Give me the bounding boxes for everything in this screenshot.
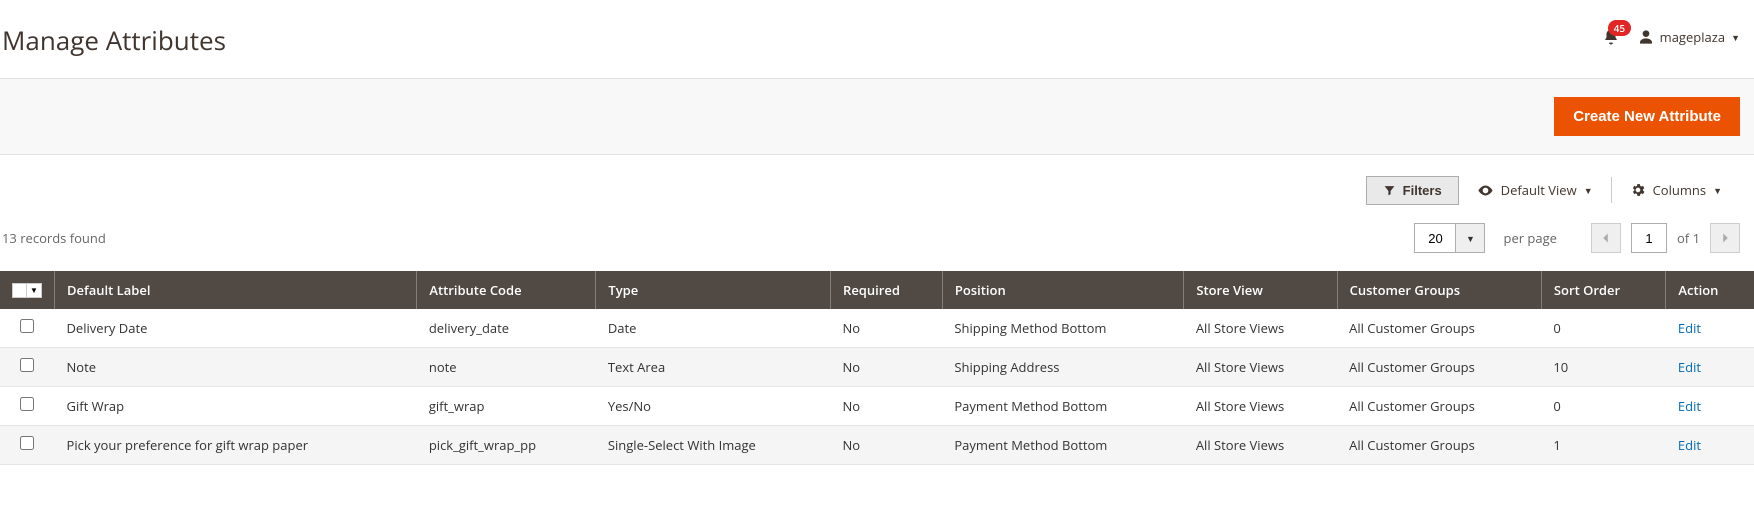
pager-controls: ▼ per page of 1 [1414, 223, 1740, 253]
user-icon [1638, 29, 1654, 45]
col-default-label[interactable]: Default Label [55, 271, 417, 309]
create-new-attribute-button[interactable]: Create New Attribute [1554, 97, 1740, 136]
edit-link[interactable]: Edit [1678, 319, 1701, 337]
edit-link[interactable]: Edit [1678, 358, 1701, 376]
cell-attribute-code: delivery_date [417, 309, 596, 348]
cell-store-view: All Store Views [1184, 309, 1337, 348]
chevron-left-icon [1601, 232, 1610, 244]
select-all-dropdown[interactable]: ▼ [26, 283, 42, 298]
default-view-button[interactable]: Default View ▼ [1459, 175, 1611, 205]
next-page-button[interactable] [1710, 223, 1740, 253]
caret-down-icon: ▼ [1584, 184, 1593, 197]
table-row[interactable]: Pick your preference for gift wrap paper… [0, 426, 1754, 465]
header-right: 45 mageplaza ▼ [1602, 22, 1740, 46]
col-customer-groups[interactable]: Customer Groups [1337, 271, 1541, 309]
page-header: Manage Attributes 45 mageplaza ▼ [0, 0, 1754, 78]
filters-label: Filters [1403, 183, 1442, 198]
caret-down-icon: ▼ [1466, 232, 1475, 245]
per-page-label: per page [1503, 229, 1556, 247]
table-row[interactable]: Gift Wrapgift_wrapYes/NoNoPayment Method… [0, 387, 1754, 426]
col-position[interactable]: Position [942, 271, 1183, 309]
cell-required: No [831, 387, 943, 426]
cell-position: Shipping Address [942, 348, 1183, 387]
cell-position: Payment Method Bottom [942, 387, 1183, 426]
cell-sort-order: 10 [1541, 348, 1666, 387]
cell-type: Yes/No [596, 387, 831, 426]
page-number-input[interactable] [1631, 223, 1667, 253]
cell-position: Payment Method Bottom [942, 426, 1183, 465]
cell-sort-order: 0 [1541, 309, 1666, 348]
col-action: Action [1666, 271, 1754, 309]
user-menu[interactable]: mageplaza ▼ [1638, 28, 1740, 46]
cell-required: No [831, 426, 943, 465]
columns-button[interactable]: Columns ▼ [1612, 175, 1740, 205]
cell-customer-groups: All Customer Groups [1337, 348, 1541, 387]
actions-strip: Create New Attribute [0, 78, 1754, 155]
select-all-header[interactable]: ▼ [0, 271, 55, 309]
cell-customer-groups: All Customer Groups [1337, 426, 1541, 465]
cell-customer-groups: All Customer Groups [1337, 387, 1541, 426]
cell-store-view: All Store Views [1184, 426, 1337, 465]
select-all-checkbox[interactable] [12, 283, 27, 298]
col-store-view[interactable]: Store View [1184, 271, 1337, 309]
cell-default-label: Note [55, 348, 417, 387]
col-type[interactable]: Type [596, 271, 831, 309]
of-total-label: of 1 [1677, 229, 1700, 247]
cell-attribute-code: note [417, 348, 596, 387]
filters-button[interactable]: Filters [1366, 176, 1459, 205]
cell-position: Shipping Method Bottom [942, 309, 1183, 348]
table-header-row: ▼ Default Label Attribute Code Type Requ… [0, 271, 1754, 309]
attributes-table: ▼ Default Label Attribute Code Type Requ… [0, 271, 1754, 465]
default-view-label: Default View [1501, 181, 1577, 199]
cell-attribute-code: gift_wrap [417, 387, 596, 426]
page-size-input[interactable] [1414, 223, 1456, 253]
grid-toolbar: Filters Default View ▼ Columns ▼ [0, 155, 1754, 215]
table-row[interactable]: Delivery Datedelivery_dateDateNoShipping… [0, 309, 1754, 348]
cell-store-view: All Store Views [1184, 387, 1337, 426]
page-title: Manage Attributes [2, 22, 226, 58]
cell-default-label: Pick your preference for gift wrap paper [55, 426, 417, 465]
cell-type: Date [596, 309, 831, 348]
col-required[interactable]: Required [831, 271, 943, 309]
records-found-label: 13 records found [2, 229, 106, 247]
cell-default-label: Delivery Date [55, 309, 417, 348]
row-checkbox[interactable] [20, 436, 34, 450]
edit-link[interactable]: Edit [1678, 436, 1701, 454]
funnel-icon [1383, 184, 1396, 197]
caret-down-icon: ▼ [1731, 31, 1740, 44]
notifications-button[interactable]: 45 [1602, 28, 1620, 46]
caret-down-icon: ▼ [1713, 184, 1722, 197]
row-checkbox[interactable] [20, 319, 34, 333]
cell-required: No [831, 309, 943, 348]
chevron-right-icon [1721, 232, 1730, 244]
pager-bar: 13 records found ▼ per page of 1 [0, 215, 1754, 271]
col-attribute-code[interactable]: Attribute Code [417, 271, 596, 309]
row-checkbox[interactable] [20, 397, 34, 411]
col-sort-order[interactable]: Sort Order [1541, 271, 1666, 309]
cell-required: No [831, 348, 943, 387]
prev-page-button[interactable] [1591, 223, 1621, 253]
cell-customer-groups: All Customer Groups [1337, 309, 1541, 348]
username-label: mageplaza [1660, 28, 1725, 46]
page-size-dropdown-button[interactable]: ▼ [1455, 223, 1485, 253]
cell-type: Single-Select With Image [596, 426, 831, 465]
notification-badge: 45 [1608, 20, 1631, 36]
cell-attribute-code: pick_gift_wrap_pp [417, 426, 596, 465]
cell-default-label: Gift Wrap [55, 387, 417, 426]
row-checkbox[interactable] [20, 358, 34, 372]
cell-type: Text Area [596, 348, 831, 387]
columns-label: Columns [1653, 181, 1706, 199]
table-row[interactable]: NotenoteText AreaNoShipping AddressAll S… [0, 348, 1754, 387]
edit-link[interactable]: Edit [1678, 397, 1701, 415]
cell-sort-order: 1 [1541, 426, 1666, 465]
cell-store-view: All Store Views [1184, 348, 1337, 387]
cell-sort-order: 0 [1541, 387, 1666, 426]
gear-icon [1630, 182, 1646, 198]
eye-icon [1477, 182, 1494, 199]
